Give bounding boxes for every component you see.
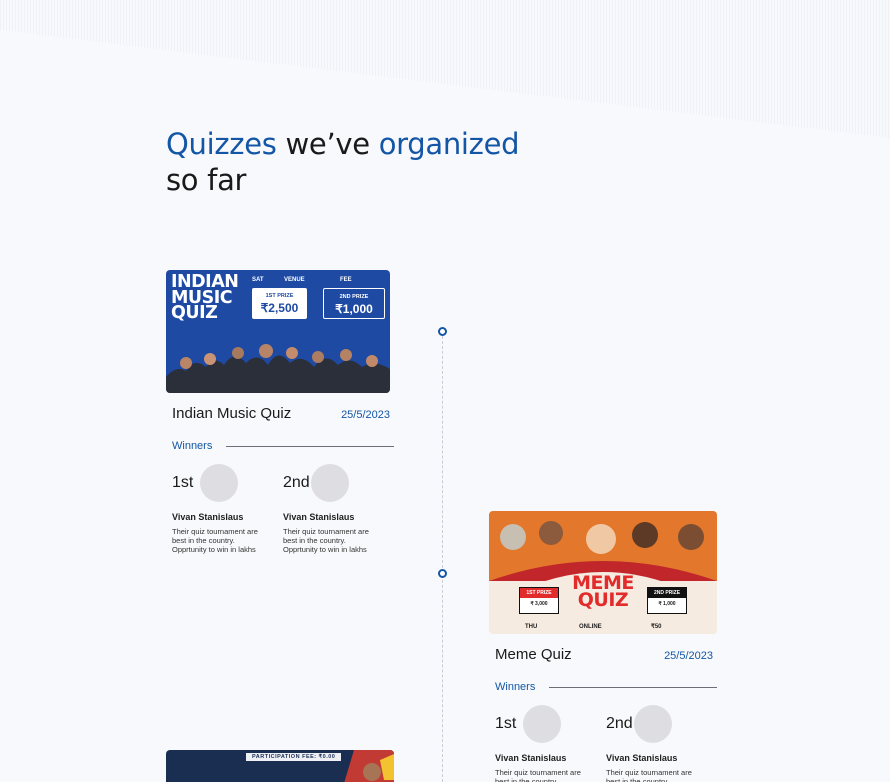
banner-photo xyxy=(344,750,394,782)
quiz-date: 25/5/2023 xyxy=(341,409,390,421)
quiz-banner-image[interactable]: PARTICIPATION FEE: ₹0.00 xyxy=(166,750,394,782)
avatar xyxy=(311,464,349,502)
banner-day: SAT xyxy=(252,277,264,283)
winner-name: Vivan Stanislaus xyxy=(495,753,567,763)
winner-entry: 1st Vivan Stanislaus Their quiz tourname… xyxy=(172,464,283,554)
winner-description: Their quiz tournament are best in the co… xyxy=(172,527,258,554)
quiz-banner-image: MEME QUIZ 1ST PRIZE ₹ 3,000 2ND PRIZE ₹ … xyxy=(489,511,717,634)
quiz-title: Meme Quiz xyxy=(495,646,572,663)
heading-line2: so far xyxy=(166,163,247,197)
quiz-banner-image: INDIAN MUSIC QUIZ SAT VENUE FEE 1ST PRIZ… xyxy=(166,270,390,393)
quiz-card[interactable]: MEME QUIZ 1ST PRIZE ₹ 3,000 2ND PRIZE ₹ … xyxy=(489,511,717,782)
heading-highlight-organized: organized xyxy=(378,127,520,161)
winner-name: Vivan Stanislaus xyxy=(283,512,355,522)
winner-name: Vivan Stanislaus xyxy=(172,512,244,522)
heading-text: we’ve xyxy=(276,127,379,161)
banner-venue: VENUE xyxy=(284,277,305,283)
performers-image xyxy=(166,344,390,393)
winner-name: Vivan Stanislaus xyxy=(606,753,678,763)
quiz-title: Indian Music Quiz xyxy=(172,405,292,422)
banner-fee: FEE xyxy=(340,277,352,283)
winners-label: Winners xyxy=(495,681,536,693)
banner-first-prize: 1ST PRIZE ₹ 3,000 xyxy=(519,587,559,614)
winners-divider xyxy=(549,686,717,688)
avatar xyxy=(523,705,561,743)
winners-label: Winners xyxy=(172,440,213,452)
banner-title: INDIAN MUSIC QUIZ xyxy=(171,272,239,323)
winner-place: 2nd xyxy=(606,715,633,732)
winner-description: Their quiz tournament are best in the co… xyxy=(606,768,692,782)
winners-divider xyxy=(226,445,394,447)
winner-entry: 1st Vivan Stanislaus Their quiz tourname… xyxy=(495,705,606,782)
winner-place: 1st xyxy=(495,715,517,732)
banner-title: MEME QUIZ xyxy=(572,572,634,611)
section-heading: Quizzes we’ve organized so far xyxy=(166,126,520,198)
quiz-date: 25/5/2023 xyxy=(664,650,713,662)
avatar xyxy=(200,464,238,502)
banner-second-prize: 2ND PRIZE ₹ 1,000 xyxy=(647,587,687,614)
banner-fee: PARTICIPATION FEE: ₹0.00 xyxy=(246,753,342,761)
banner-first-prize: 1ST PRIZE ₹2,500 xyxy=(252,288,307,319)
winner-description: Their quiz tournament are best in the co… xyxy=(283,527,369,554)
timeline-dot xyxy=(438,569,447,578)
winner-description: Their quiz tournament are best in the co… xyxy=(495,768,581,782)
banner-fee: ₹50 xyxy=(651,624,662,630)
winner-place: 1st xyxy=(172,474,194,491)
banner-mode: ONLINE xyxy=(579,624,602,630)
winner-entry: 2nd Vivan Stanislaus Their quiz tourname… xyxy=(283,464,394,554)
winner-place: 2nd xyxy=(283,474,310,491)
timeline-dot xyxy=(438,327,447,336)
quiz-card[interactable]: INDIAN MUSIC QUIZ SAT VENUE FEE 1ST PRIZ… xyxy=(166,270,394,554)
banner-second-prize: 2ND PRIZE ₹1,000 xyxy=(323,288,385,319)
avatar xyxy=(634,705,672,743)
timeline-line xyxy=(442,336,443,782)
heading-highlight-quizzes: Quizzes xyxy=(166,127,277,161)
winner-entry: 2nd Vivan Stanislaus Their quiz tourname… xyxy=(606,705,717,782)
banner-day: THU xyxy=(525,624,538,630)
